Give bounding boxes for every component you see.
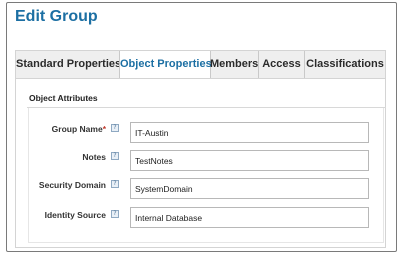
help-icon[interactable]: ?	[111, 152, 119, 160]
notes-input[interactable]	[130, 150, 369, 171]
group-name-label-text: Group Name	[51, 124, 103, 134]
tab-object-properties[interactable]: Object Properties	[119, 51, 212, 80]
identity-source-label: Identity Source	[44, 210, 106, 220]
tab-members[interactable]: Members	[210, 51, 259, 78]
required-marker: *	[102, 124, 106, 134]
help-icon[interactable]: ?	[111, 210, 119, 218]
dialog-title: Edit Group	[15, 8, 98, 25]
security-domain-label: Security Domain	[38, 180, 106, 190]
notes-label: Notes	[82, 152, 106, 162]
tab-access[interactable]: Access	[259, 51, 305, 78]
identity-source-input[interactable]	[130, 207, 369, 228]
tab-standard-properties[interactable]: Standard Properties	[16, 51, 121, 78]
tab-bar: Standard Properties Object Properties Me…	[15, 50, 386, 80]
group-name-label: Group Name*	[6, 124, 106, 134]
tab-classifications[interactable]: Classifications	[305, 51, 385, 78]
help-icon[interactable]: ?	[111, 180, 119, 188]
security-domain-input[interactable]	[130, 178, 369, 199]
section-title: Object Attributes	[29, 93, 98, 103]
group-name-input[interactable]	[130, 122, 369, 143]
help-icon[interactable]: ?	[111, 124, 119, 132]
